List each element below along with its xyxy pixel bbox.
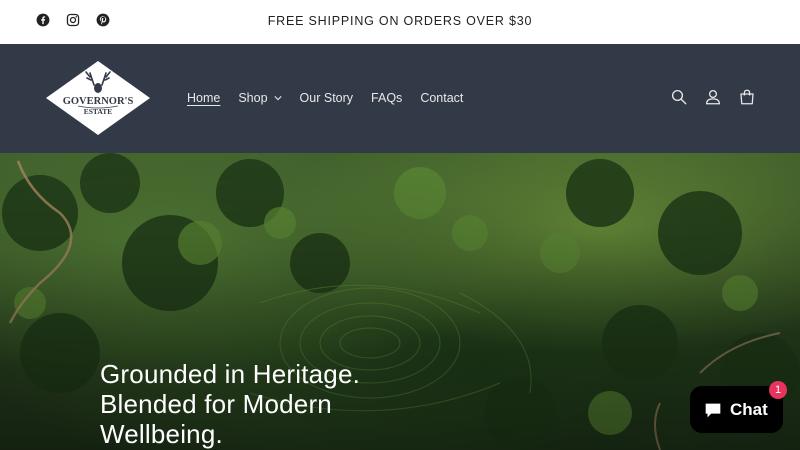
nav-our-story-label: Our Story: [299, 91, 354, 105]
chat-notification-badge: 1: [769, 381, 787, 399]
announcement-bar: FREE SHIPPING ON ORDERS OVER $30: [0, 0, 800, 44]
nav-contact[interactable]: Contact: [420, 91, 463, 105]
nav-home[interactable]: Home: [187, 91, 220, 105]
hero-banner: Grounded in Heritage. Blended for Modern…: [0, 153, 800, 450]
nav-contact-label: Contact: [420, 91, 464, 105]
nav-shop[interactable]: Shop: [238, 91, 282, 105]
nav-our-story[interactable]: Our Story: [300, 91, 354, 105]
account-icon[interactable]: [704, 88, 722, 106]
nav-faqs-label: FAQs: [371, 91, 403, 105]
hero-heading-line-1: Grounded in Heritage.: [100, 359, 361, 389]
nav-home-label: Home: [187, 91, 221, 105]
chat-bubble-icon: [705, 403, 721, 417]
hero-heading: Grounded in Heritage. Blended for Modern…: [100, 359, 360, 449]
chevron-down-icon: [273, 96, 282, 101]
site-header: GOVERNOR'S ESTATE Home Shop Our Story FA…: [0, 44, 800, 153]
cart-icon[interactable]: [738, 88, 756, 106]
search-icon[interactable]: [670, 88, 688, 106]
svg-text:GOVERNOR'S: GOVERNOR'S: [63, 96, 134, 107]
hero-heading-line-2: Blended for Modern: [100, 389, 332, 419]
chat-label: Chat: [730, 399, 768, 419]
nav-shop-label: Shop: [238, 91, 268, 105]
announcement-text: FREE SHIPPING ON ORDERS OVER $30: [267, 14, 533, 28]
nav-faqs[interactable]: FAQs: [371, 91, 402, 105]
header-icons: [670, 88, 756, 106]
main-nav: Home Shop Our Story FAQs Contact: [187, 91, 481, 105]
governors-estate-logo[interactable]: GOVERNOR'S ESTATE: [44, 59, 152, 137]
hero-heading-line-3: Wellbeing.: [100, 419, 223, 449]
